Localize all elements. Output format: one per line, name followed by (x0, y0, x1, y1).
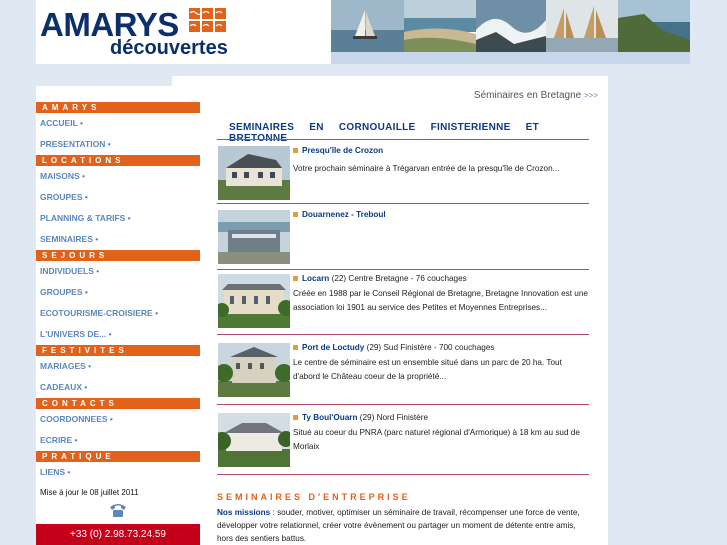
sidebar-heading-amarys: AMARYS (36, 102, 200, 113)
phone-number[interactable]: +33 (0) 2.98.73.24.59 (36, 524, 200, 545)
card-divider (217, 404, 589, 405)
missions-paragraph: Nos missions : souder, motiver, optimise… (217, 506, 589, 545)
missions-text: : souder, motiver, optimiser un séminair… (217, 508, 580, 543)
sidebar-item-liens[interactable]: LIENS • (36, 462, 200, 483)
breadcrumb-label[interactable]: Séminaires en Bretagne (474, 90, 581, 101)
header-photo-waves (476, 0, 546, 52)
venue-text-tyboulouarn: Ty Boul'Ouarn (29) Nord Finistère Situé … (293, 411, 589, 454)
site-header: AMARYS découvertes (36, 0, 690, 64)
venue-desc-crozon: Votre prochain séminaire à Trégarvan ent… (293, 164, 560, 173)
card-divider (217, 474, 589, 475)
header-photo-sailboat (331, 0, 404, 52)
header-photo-beach (404, 0, 476, 52)
square-bullet-icon (293, 345, 298, 351)
sidebar-item-cadeaux[interactable]: CADEAUX • (36, 377, 200, 398)
sidebar-item-groupes-sejours[interactable]: GROUPES • (36, 282, 200, 303)
sidebar-item-groupes-locations[interactable]: GROUPES • (36, 187, 200, 208)
sidebar: AMARYS ACCUEIL • PRESENTATION • LOCATION… (36, 102, 200, 545)
sidebar-item-ecotourisme[interactable]: ECOTOURISME-CROISIERE • (36, 303, 200, 324)
sidebar-item-individuels[interactable]: INDIVIDUELS • (36, 261, 200, 282)
header-photo-tallships (546, 0, 618, 52)
sidebar-heading-contacts: CONTACTS (36, 398, 200, 409)
card-divider (217, 269, 589, 270)
sidebar-heading-sejours: SEJOURS (36, 250, 200, 261)
venue-title-locarn[interactable]: Locarn (22) Centre Bretagne - 76 couchag… (293, 272, 589, 286)
venue-text-crozon: Presqu'île de Crozon Votre prochain sémi… (293, 144, 589, 176)
card-divider (217, 334, 589, 335)
content-panel-notch (36, 76, 172, 86)
page-title: SEMINAIRES EN CORNOUAILLE FINISTERIENNE … (229, 122, 540, 144)
venue-photo-locarn[interactable] (218, 274, 290, 328)
header-photo-coast (618, 0, 690, 52)
sidebar-item-univers[interactable]: L'UNIVERS DE... • (36, 324, 200, 345)
venue-desc-tyboulouarn: Situé au coeur du PNRA (parc naturel rég… (293, 428, 580, 451)
section-title-seminaires-entreprise: SEMINAIRES D'ENTREPRISE (217, 492, 411, 502)
venue-desc-locarn: Créée en 1988 par le Conseil Régional de… (293, 289, 588, 312)
sidebar-item-accueil[interactable]: ACCUEIL • (36, 113, 200, 134)
venue-photo-crozon[interactable] (218, 146, 290, 200)
breadcrumb-arrows: >>> (583, 91, 598, 100)
sidebar-item-coordonnees[interactable]: COORDONNEES • (36, 409, 200, 430)
logo-squares-icon (189, 8, 226, 32)
sidebar-item-seminaires[interactable]: SEMINAIRES • (36, 229, 200, 250)
telephone-icon (36, 500, 200, 520)
logo-decouvertes: découvertes (110, 37, 228, 59)
sidebar-heading-pratique: PRATIQUE (36, 451, 200, 462)
venue-title-tyboulouarn[interactable]: Ty Boul'Ouarn (29) Nord Finistère (293, 411, 589, 425)
venue-photo-loctudy[interactable] (218, 343, 290, 397)
last-update-text: Mise à jour le 08 juillet 2011 (40, 488, 139, 497)
venue-title-crozon[interactable]: Presqu'île de Crozon (293, 144, 589, 158)
sidebar-item-planning-tarifs[interactable]: PLANNING & TARIFS • (36, 208, 200, 229)
sidebar-item-mariages[interactable]: MARIAGES • (36, 356, 200, 377)
sidebar-item-maisons[interactable]: MAISONS • (36, 166, 200, 187)
square-bullet-icon (293, 212, 298, 218)
missions-label: Nos missions (217, 508, 271, 517)
breadcrumb[interactable]: Séminaires en Bretagne >>> (474, 90, 598, 101)
venue-photo-tyboulouarn[interactable] (218, 413, 290, 467)
venue-photo-douarnenez[interactable] (218, 210, 290, 264)
sidebar-heading-festivites: FESTIVITES (36, 345, 200, 356)
venue-text-douarnenez: Douarnenez - Treboul (293, 208, 589, 222)
card-divider (217, 203, 589, 204)
venue-desc-loctudy: Le centre de séminaire est un ensemble s… (293, 358, 562, 381)
venue-text-locarn: Locarn (22) Centre Bretagne - 76 couchag… (293, 272, 589, 315)
venue-text-loctudy: Port de Loctudy (29) Sud Finistère - 700… (293, 341, 589, 384)
venue-title-douarnenez[interactable]: Douarnenez - Treboul (293, 208, 589, 222)
square-bullet-icon (293, 415, 298, 421)
sidebar-item-presentation[interactable]: PRESENTATION • (36, 134, 200, 155)
header-photo-strip-border (331, 52, 690, 64)
title-divider (217, 139, 589, 140)
sidebar-heading-locations: LOCATIONS (36, 155, 200, 166)
square-bullet-icon (293, 276, 298, 282)
venue-title-loctudy[interactable]: Port de Loctudy (29) Sud Finistère - 700… (293, 341, 589, 355)
square-bullet-icon (293, 148, 298, 154)
sidebar-item-ecrire[interactable]: ECRIRE • (36, 430, 200, 451)
